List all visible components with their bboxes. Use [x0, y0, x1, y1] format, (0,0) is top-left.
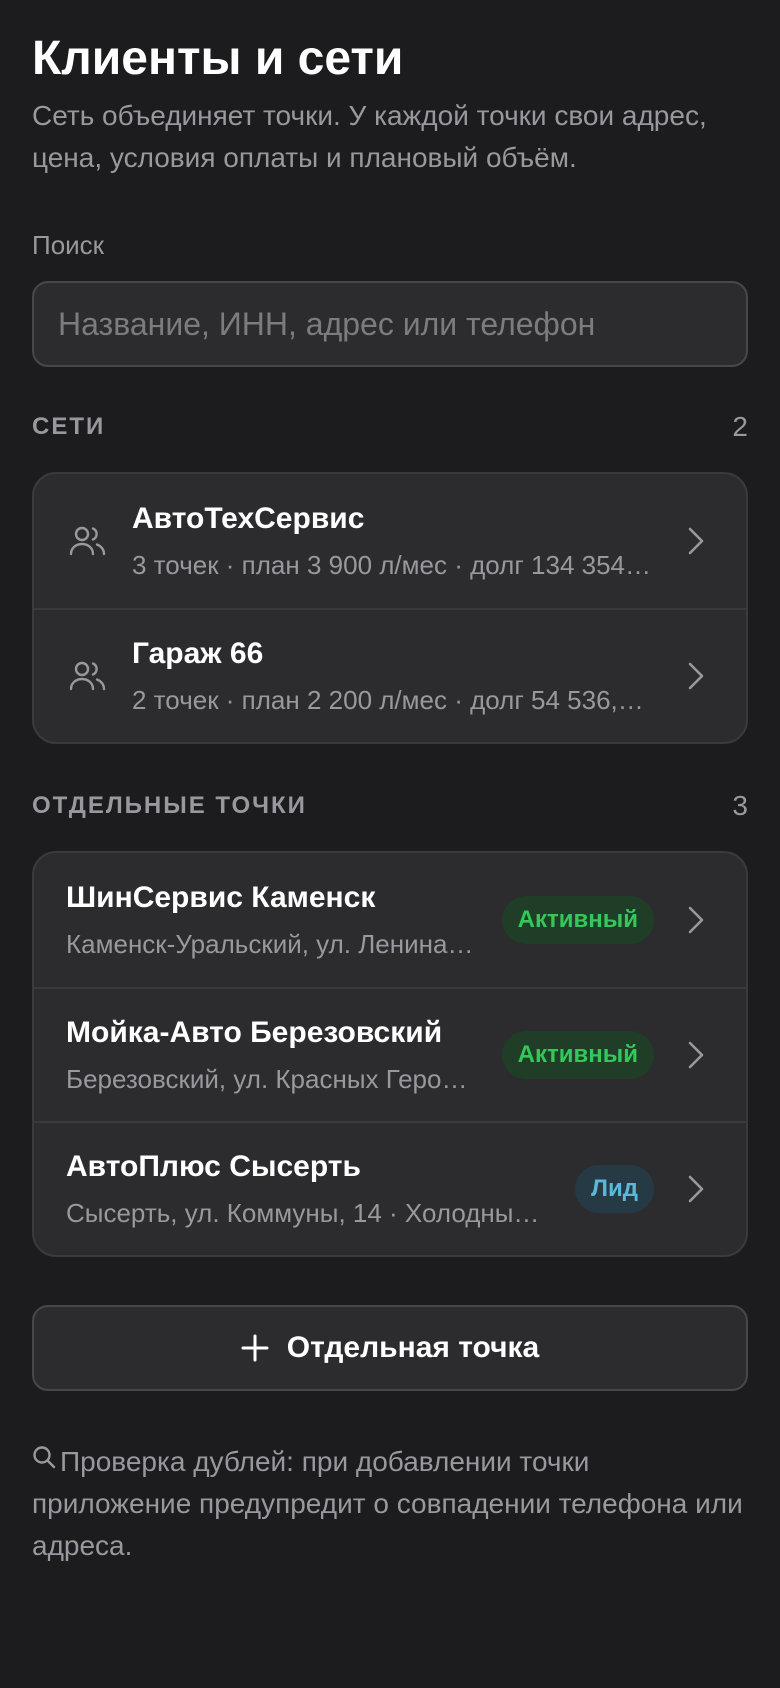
duplicate-check-text: Проверка дублей: при добавлении точки пр…: [32, 1446, 743, 1561]
clients-screen: Клиенты и сети Сеть объединяет точки. У …: [0, 0, 780, 1567]
network-name: АвтоТехСервис: [132, 502, 365, 535]
point-name: АвтоПлюс Сысерть: [66, 1150, 361, 1183]
point-row[interactable]: Мойка-Авто Березовский Березовский, ул. …: [34, 987, 746, 1121]
chevron-right-icon: [688, 1041, 704, 1069]
point-details: Березовский, ул. Красных Геро…: [66, 1064, 468, 1094]
point-name: Мойка-Авто Березовский: [66, 1016, 443, 1049]
points-section-header: ОТДЕЛЬНЫЕ ТОЧКИ 3: [32, 788, 748, 824]
network-name: Гараж 66: [132, 637, 264, 670]
points-list: ШинСервис Каменск Каменск-Уральский, ул.…: [32, 851, 748, 1257]
chevron-right-icon: [688, 527, 704, 555]
networks-section-title: СЕТИ: [32, 413, 106, 440]
search-label: Поиск: [32, 230, 105, 260]
point-details: Каменск-Уральский, ул. Ленина…: [66, 929, 474, 959]
chevron-right-icon: [688, 1175, 704, 1203]
network-row[interactable]: АвтоТехСервис 3 точек · план 3 900 л/мес…: [34, 474, 746, 608]
point-name: ШинСервис Каменск: [66, 881, 376, 914]
point-row-text: Мойка-Авто Березовский Березовский, ул. …: [66, 1015, 474, 1095]
points-section-title: ОТДЕЛЬНЫЕ ТОЧКИ: [32, 792, 307, 819]
point-row-text: ШинСервис Каменск Каменск-Уральский, ул.…: [66, 880, 474, 960]
point-row[interactable]: АвтоПлюс Сысерть Сысерть, ул. Коммуны, 1…: [34, 1121, 746, 1255]
add-point-label: Отдельная точка: [286, 1331, 540, 1364]
page-title: Клиенты и сети: [32, 32, 404, 85]
page-subtitle: Сеть объединяет точки. У каждой точки св…: [32, 100, 707, 173]
status-badge: Активный: [501, 1031, 654, 1079]
chevron-right-icon: [688, 906, 704, 934]
points-count: 3: [732, 790, 748, 821]
point-row-text: АвтоПлюс Сысерть Сысерть, ул. Коммуны, 1…: [66, 1149, 547, 1229]
people-icon: [69, 661, 106, 691]
status-badge: Активный: [501, 896, 654, 944]
networks-count: 2: [732, 411, 748, 442]
network-details: 3 точек · план 3 900 л/мес · долг 134 35…: [132, 550, 654, 580]
chevron-right-icon: [688, 662, 704, 690]
plus-icon: [241, 1334, 269, 1362]
network-row-text: Гараж 66 2 точек · план 2 200 л/мес · до…: [132, 636, 654, 716]
networks-list: АвтоТехСервис 3 точек · план 3 900 л/мес…: [32, 472, 748, 744]
add-point-button[interactable]: Отдельная точка: [32, 1305, 748, 1391]
point-row[interactable]: ШинСервис Каменск Каменск-Уральский, ул.…: [34, 853, 746, 987]
search-input[interactable]: [32, 281, 748, 367]
network-row[interactable]: Гараж 66 2 точек · план 2 200 л/мес · до…: [34, 608, 746, 742]
network-details: 2 точек · план 2 200 л/мес · долг 54 536…: [132, 685, 654, 715]
people-icon: [69, 526, 106, 556]
point-details: Сысерть, ул. Коммуны, 14 · Холодны…: [66, 1198, 540, 1228]
network-row-text: АвтоТехСервис 3 точек · план 3 900 л/мес…: [132, 501, 654, 581]
networks-section-header: СЕТИ 2: [32, 409, 748, 445]
status-badge: Лид: [575, 1165, 654, 1213]
duplicate-check-note: Проверка дублей: при добавлении точки пр…: [32, 1441, 748, 1567]
search-icon: [33, 1446, 56, 1469]
